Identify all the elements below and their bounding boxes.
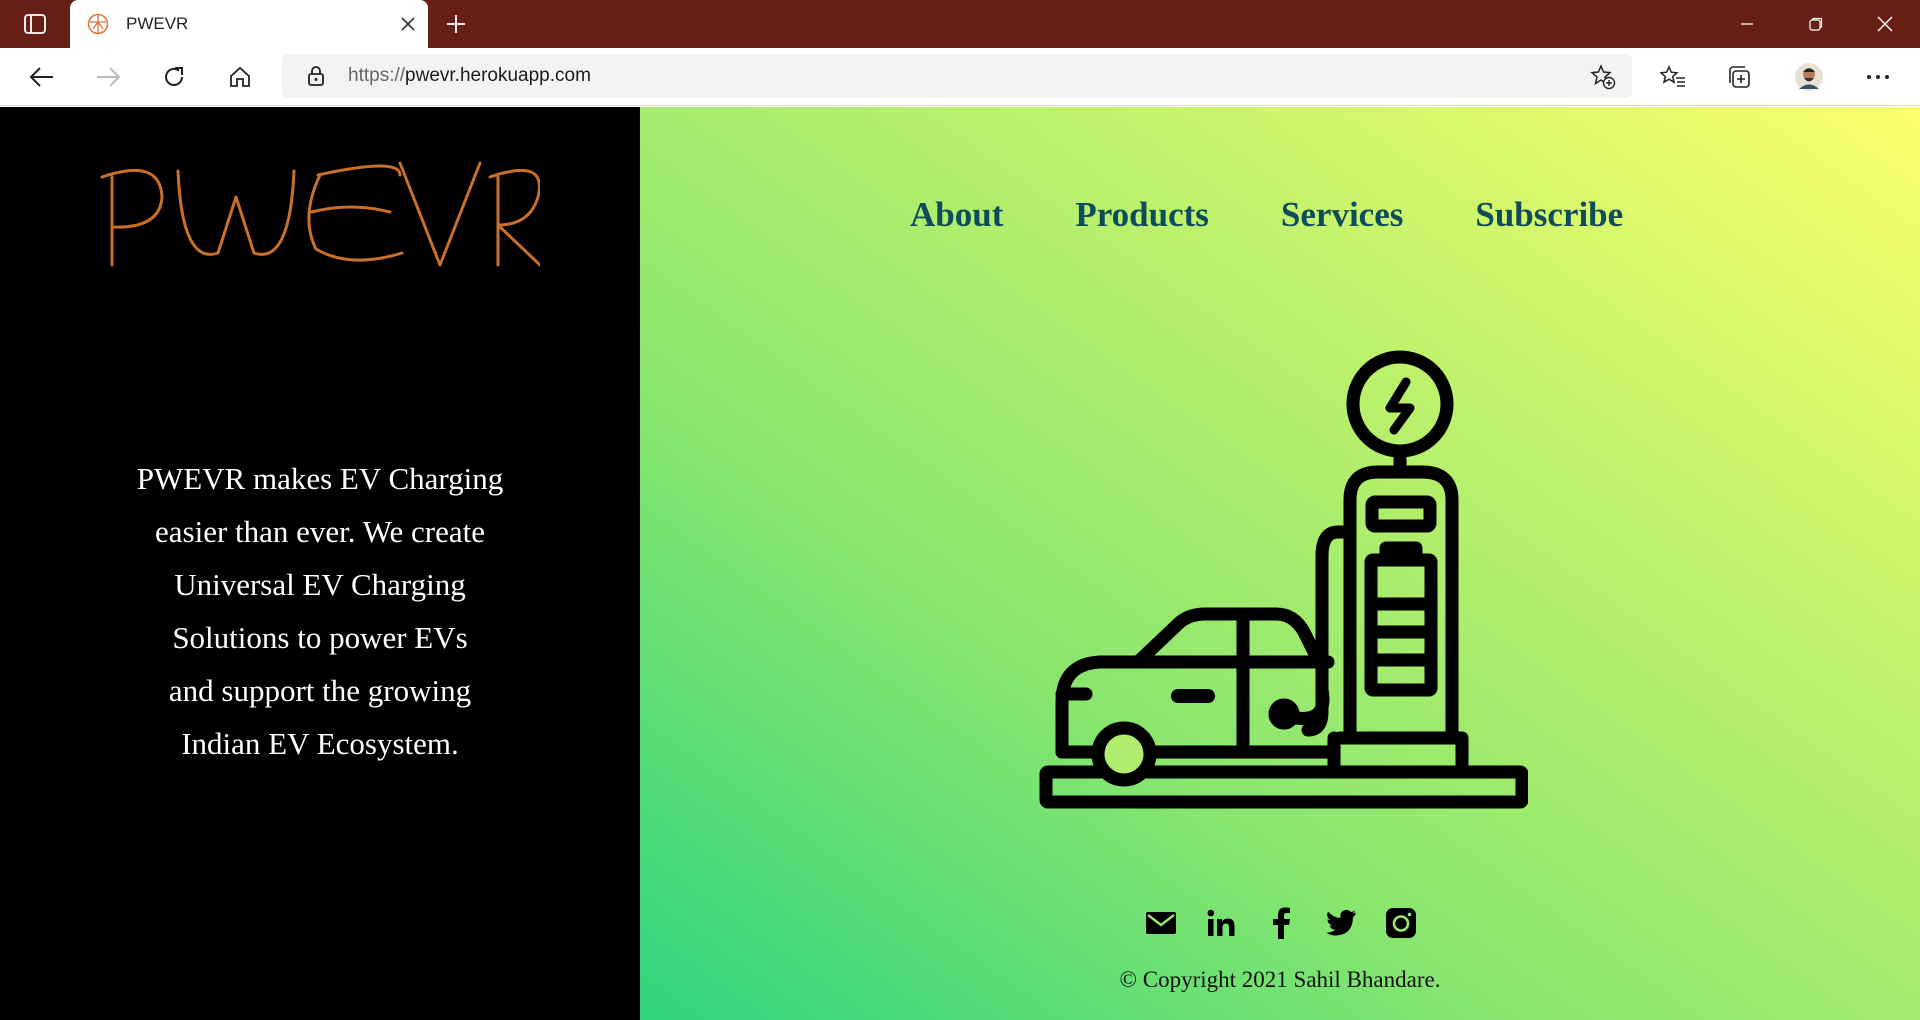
tagline-line: PWEVR makes EV Charging	[136, 461, 504, 496]
more-options-button[interactable]	[1862, 61, 1894, 93]
arrow-right-icon	[97, 67, 121, 87]
tab-actions-button[interactable]	[14, 12, 56, 36]
minimize-icon	[1741, 23, 1753, 25]
browser-toolbar: https://pwevr.herokuapp.com	[0, 48, 1920, 106]
copyright-text: © Copyright 2021 Sahil Bhandare.	[640, 967, 1920, 993]
browser-titlebar: PWEVR	[0, 0, 1920, 48]
ev-charging-station-icon	[1039, 350, 1528, 809]
ellipsis-icon	[1867, 75, 1889, 79]
left-panel: PWEVR makes EV Charging easier than ever…	[0, 107, 640, 1020]
restore-icon	[1809, 17, 1823, 31]
plus-icon	[447, 15, 465, 33]
close-icon	[1877, 16, 1893, 32]
url-protocol: https://	[348, 65, 406, 86]
tagline-line: Indian EV Ecosystem.	[181, 726, 459, 761]
refresh-icon	[165, 67, 183, 86]
tab-title: PWEVR	[126, 14, 189, 33]
minimize-button[interactable]	[1727, 8, 1767, 40]
home-button[interactable]	[224, 61, 256, 93]
profile-avatar[interactable]	[1793, 61, 1825, 93]
tagline-line: easier than ever. We create	[155, 514, 485, 549]
url-host: pwevr.herokuapp.com	[405, 65, 591, 86]
add-favorite-icon[interactable]	[1590, 64, 1616, 90]
copyright-label: © Copyright 2021 Sahil Bhandare.	[1119, 967, 1441, 992]
email-icon[interactable]	[1145, 907, 1177, 939]
address-bar[interactable]: https://pwevr.herokuapp.com	[282, 54, 1632, 98]
nav-services[interactable]: Services	[1281, 195, 1403, 235]
home-icon	[230, 66, 250, 87]
nav-about[interactable]: About	[910, 195, 1003, 235]
favorites-icon	[1660, 65, 1685, 87]
nav-products[interactable]: Products	[1075, 195, 1209, 235]
arrow-left-icon	[29, 67, 53, 87]
site-favicon-icon	[86, 12, 110, 36]
lock-icon[interactable]	[304, 64, 328, 88]
close-window-button[interactable]	[1865, 8, 1905, 40]
avatar-icon	[1795, 63, 1823, 91]
collections-button[interactable]	[1723, 61, 1755, 93]
instagram-icon[interactable]	[1385, 907, 1417, 939]
refresh-button[interactable]	[158, 61, 190, 93]
back-button[interactable]	[26, 61, 58, 93]
tagline-line: Solutions to power EVs	[172, 620, 468, 655]
url-text[interactable]: https://pwevr.herokuapp.com	[348, 65, 591, 87]
main-nav: About Products Services Subscribe	[910, 195, 1695, 235]
linkedin-icon[interactable]	[1205, 907, 1237, 939]
forward-button[interactable]	[92, 61, 124, 93]
tab-actions-icon	[24, 14, 46, 34]
browser-tab-active[interactable]: PWEVR	[70, 0, 428, 48]
tagline-line: and support the growing	[168, 673, 472, 708]
collections-icon	[1729, 66, 1750, 88]
restore-button[interactable]	[1796, 8, 1836, 40]
favorites-button[interactable]	[1657, 61, 1689, 93]
twitter-icon[interactable]	[1325, 907, 1357, 939]
tagline: PWEVR makes EV Charging easier than ever…	[110, 452, 530, 770]
close-tab-icon[interactable]	[396, 12, 420, 36]
pwevr-logo	[100, 161, 540, 267]
tagline-line: Universal EV Charging	[174, 567, 466, 602]
facebook-icon[interactable]	[1265, 907, 1297, 939]
web-page: PWEVR makes EV Charging easier than ever…	[0, 107, 1920, 1020]
social-links	[1145, 907, 1417, 939]
right-panel: About Products Services Subscribe © Copy…	[640, 107, 1920, 1020]
nav-subscribe[interactable]: Subscribe	[1475, 195, 1623, 235]
new-tab-button[interactable]	[440, 10, 472, 38]
